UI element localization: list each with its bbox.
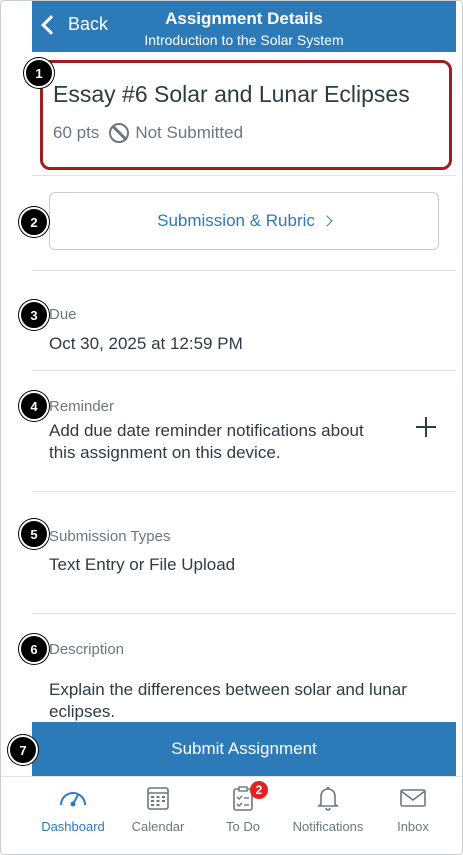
submission-rubric-button[interactable]: Submission & Rubric (49, 192, 439, 250)
not-submitted-icon (109, 123, 130, 143)
callout-marker: 4 (19, 391, 49, 421)
divider (32, 175, 456, 176)
tab-label: To Do (226, 819, 260, 834)
submission-rubric-label: Submission & Rubric (157, 211, 315, 230)
due-date: Oct 30, 2025 at 12:59 PM (49, 334, 243, 353)
divider (32, 370, 456, 371)
description-label: Description (49, 641, 125, 658)
callout-marker: 5 (19, 519, 49, 549)
submission-status: Not Submitted (135, 123, 244, 142)
assignment-meta: 60 pts Not Submitted (53, 123, 243, 143)
tab-label: Notifications (292, 819, 364, 834)
tab-notifications[interactable]: Notifications (283, 783, 373, 834)
todo-icon: 2 (198, 781, 288, 813)
divider (32, 613, 456, 614)
add-reminder-plus-icon[interactable] (414, 415, 438, 439)
description-text: Explain the differences between solar an… (49, 680, 407, 721)
tab-todo[interactable]: 2 To Do (198, 781, 288, 834)
points-value: 60 pts (53, 123, 100, 142)
nav-header: Back Assignment Details Introduction to … (32, 0, 456, 52)
mail-icon (368, 783, 458, 813)
bell-icon (283, 783, 373, 813)
header-subtitle: Introduction to the Solar System (144, 32, 344, 48)
callout-marker: 6 (19, 634, 49, 664)
tab-calendar[interactable]: Calendar (113, 783, 203, 834)
tab-inbox[interactable]: Inbox (368, 783, 458, 834)
callout-marker: 1 (24, 58, 54, 88)
tab-label: Calendar (131, 819, 185, 834)
submission-types-value: Text Entry or File Upload (49, 555, 236, 574)
app-screen: Back Assignment Details Introduction to … (0, 0, 463, 855)
callout-marker: 3 (19, 300, 49, 330)
divider (32, 491, 456, 492)
tab-label: Inbox (397, 819, 429, 834)
submission-types-label: Submission Types (49, 528, 171, 545)
submit-assignment-label: Submit Assignment (171, 739, 317, 758)
tab-label: Dashboard (41, 819, 105, 834)
todo-badge: 2 (250, 781, 268, 799)
screen-frame: Back Assignment Details Introduction to … (0, 0, 463, 855)
assignment-header-highlight: Essay #6 Solar and Lunar Eclipses 60 pts… (40, 60, 452, 170)
calendar-icon (113, 783, 203, 813)
chevron-right-icon (321, 215, 333, 227)
submit-assignment-button[interactable]: Submit Assignment (32, 722, 456, 776)
reminder-label: Reminder (49, 398, 115, 415)
tab-dashboard[interactable]: Dashboard (28, 783, 118, 834)
reminder-text: Add due date reminder notifications abou… (49, 421, 364, 462)
callout-marker: 7 (8, 735, 38, 765)
due-label: Due (49, 306, 77, 323)
dashboard-icon (28, 783, 118, 813)
callout-marker: 2 (19, 207, 49, 237)
tab-bar: Dashboard Calendar 2 To Do Notifications… (0, 776, 463, 855)
header-title: Assignment Details (165, 9, 323, 28)
assignment-title: Essay #6 Solar and Lunar Eclipses (53, 81, 410, 107)
divider (32, 270, 456, 271)
